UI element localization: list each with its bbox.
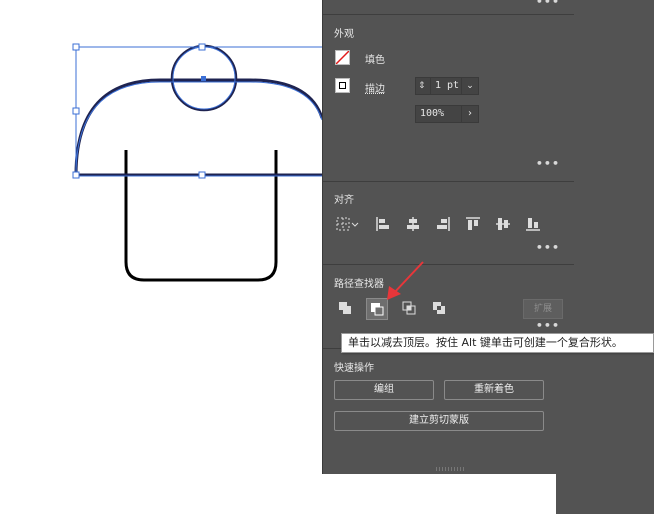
expand-button[interactable]: 扩展 bbox=[523, 299, 563, 319]
divider bbox=[323, 181, 574, 182]
selection-bounding-box bbox=[75, 46, 322, 177]
opacity-field[interactable]: 100% › bbox=[415, 105, 479, 123]
align-to-selection-icon[interactable] bbox=[335, 214, 361, 234]
stepper-icon[interactable]: ⇕ bbox=[418, 78, 426, 94]
more-options-icon[interactable]: ••• bbox=[536, 157, 560, 170]
tooltip: 单击以减去顶层。按住 Alt 键单击可创建一个复合形状。 bbox=[341, 333, 654, 353]
stepper-divider bbox=[430, 78, 431, 94]
make-clipping-mask-button[interactable]: 建立剪切蒙版 bbox=[334, 411, 544, 431]
artboard-canvas[interactable] bbox=[0, 0, 322, 514]
more-options-icon[interactable]: ••• bbox=[536, 241, 560, 254]
artwork[interactable] bbox=[0, 0, 322, 514]
dock-area bbox=[573, 0, 654, 514]
align-bottom-icon[interactable] bbox=[523, 214, 543, 234]
align-title: 对齐 bbox=[334, 195, 354, 206]
selection-path-highlight bbox=[75, 81, 322, 176]
align-toolbar bbox=[335, 214, 565, 236]
align-right-icon[interactable] bbox=[433, 214, 453, 234]
more-options-icon[interactable]: ••• bbox=[536, 0, 560, 8]
stroke-label-link[interactable]: 描边 bbox=[365, 80, 385, 95]
group-button[interactable]: 编组 bbox=[334, 380, 434, 400]
recolor-button[interactable]: 重新着色 bbox=[444, 380, 544, 400]
fill-swatch[interactable] bbox=[335, 50, 350, 65]
align-vertical-center-icon[interactable] bbox=[493, 214, 513, 234]
opacity-value: 100% bbox=[420, 108, 445, 119]
panel-resize-grip[interactable] bbox=[436, 467, 466, 471]
divider bbox=[323, 14, 574, 15]
scroll-gutter bbox=[556, 474, 573, 514]
stroke-swatch[interactable] bbox=[335, 78, 350, 93]
chevron-right-icon[interactable]: › bbox=[461, 106, 478, 122]
more-options-icon[interactable]: ••• bbox=[536, 319, 560, 332]
unite-icon[interactable] bbox=[335, 298, 355, 318]
properties-panel: ••• 外观 填色 描边 ⇕ 1 pt ⌄ 100% › ••• 对齐 ••• … bbox=[322, 0, 574, 474]
align-horizontal-center-icon[interactable] bbox=[403, 214, 423, 234]
align-top-icon[interactable] bbox=[463, 214, 483, 234]
chevron-down-icon[interactable]: ⌄ bbox=[461, 78, 478, 94]
quick-actions-title: 快速操作 bbox=[334, 363, 374, 374]
none-fill-icon bbox=[336, 51, 349, 64]
exclude-icon[interactable] bbox=[429, 298, 449, 318]
fill-label: 填色 bbox=[365, 55, 385, 66]
shirt-body-path[interactable] bbox=[124, 150, 278, 282]
stroke-weight-value: 1 pt bbox=[435, 80, 460, 91]
stroke-weight-field[interactable]: ⇕ 1 pt ⌄ bbox=[415, 77, 479, 95]
shirt-top-arc[interactable] bbox=[74, 78, 322, 176]
appearance-title: 外观 bbox=[334, 29, 354, 40]
divider bbox=[323, 264, 574, 265]
red-arrow-icon bbox=[387, 261, 424, 300]
pathfinder-title: 路径查找器 bbox=[334, 279, 384, 290]
center-point bbox=[201, 76, 206, 81]
align-left-icon[interactable] bbox=[373, 214, 393, 234]
